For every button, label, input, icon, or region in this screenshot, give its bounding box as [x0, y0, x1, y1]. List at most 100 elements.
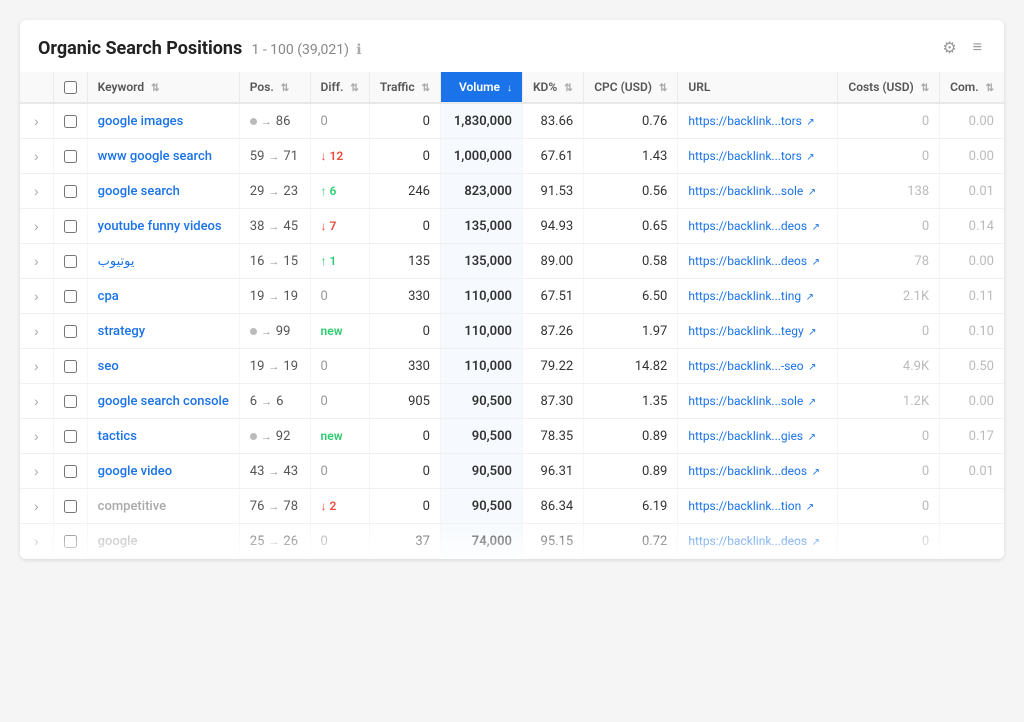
row-checkbox[interactable] [64, 220, 77, 233]
kd-cell: 95.15 [522, 524, 583, 559]
url-link[interactable]: https://backlink...deos ↗ [688, 254, 820, 268]
pos-arrow-icon: → [261, 395, 272, 408]
url-link[interactable]: https://backlink...sole ↗ [688, 184, 816, 198]
diff-cell: 0 [310, 103, 369, 139]
url-cell: https://backlink...tion ↗ [678, 489, 838, 524]
th-costs[interactable]: Costs (USD) ⇅ [838, 72, 940, 103]
url-link[interactable]: https://backlink...deos ↗ [688, 219, 820, 233]
keyword-link[interactable]: youtube funny videos [98, 219, 222, 234]
url-link[interactable]: https://backlink...deos ↗ [688, 464, 820, 478]
url-link[interactable]: https://backlink...tors ↗ [688, 149, 814, 163]
checkbox-cell [53, 384, 87, 419]
url-link[interactable]: https://backlink...deos ↗ [688, 534, 820, 548]
url-link[interactable]: https://backlink...gies ↗ [688, 429, 816, 443]
keyword-link[interactable]: google search [98, 184, 180, 199]
keyword-link[interactable]: google images [98, 114, 184, 129]
keyword-link[interactable]: tactics [98, 429, 137, 444]
table-row: ›google video43→430090,50096.310.89https… [20, 454, 1004, 489]
table-row: ›google search29→23↑ 6246823,00091.530.5… [20, 174, 1004, 209]
com-cell [940, 524, 1004, 559]
table-row: ›cpa19→190330110,00067.516.50https://bac… [20, 279, 1004, 314]
keyword-link[interactable]: seo [98, 359, 119, 374]
th-diff[interactable]: Diff. ⇅ [310, 72, 369, 103]
url-link[interactable]: https://backlink...-seo ↗ [688, 359, 816, 373]
th-com[interactable]: Com. ⇅ [940, 72, 1004, 103]
traffic-cell: 246 [369, 174, 440, 209]
expand-button[interactable]: › [30, 531, 43, 551]
url-link[interactable]: https://backlink...tion ↗ [688, 499, 814, 513]
pos-cell: →92 [239, 419, 310, 454]
url-link[interactable]: https://backlink...tegy ↗ [688, 324, 816, 338]
row-checkbox[interactable] [64, 290, 77, 303]
url-link[interactable]: https://backlink...sole ↗ [688, 394, 816, 408]
keyword-cell: google [87, 524, 239, 559]
th-pos[interactable]: Pos. ⇅ [239, 72, 310, 103]
traffic-cell: 0 [369, 489, 440, 524]
th-check[interactable] [53, 72, 87, 103]
com-sort-icon: ⇅ [986, 83, 994, 94]
expand-button[interactable]: › [30, 321, 43, 341]
checkbox-cell [53, 279, 87, 314]
external-link-icon: ↗ [809, 537, 820, 548]
keyword-link[interactable]: strategy [98, 324, 145, 339]
keyword-link[interactable]: cpa [98, 289, 119, 304]
pos-dot-icon [250, 328, 257, 335]
keyword-cell: youtube funny videos [87, 209, 239, 244]
expand-cell: › [20, 209, 53, 244]
keyword-link[interactable]: يوتيوب [98, 254, 135, 269]
expand-button[interactable]: › [30, 251, 43, 271]
keyword-link[interactable]: competitive [98, 499, 166, 514]
row-checkbox[interactable] [64, 535, 77, 548]
expand-button[interactable]: › [30, 426, 43, 446]
expand-button[interactable]: › [30, 286, 43, 306]
row-checkbox[interactable] [64, 395, 77, 408]
row-checkbox[interactable] [64, 465, 77, 478]
th-cpc[interactable]: CPC (USD) ⇅ [584, 72, 678, 103]
costs-cell: 0 [838, 139, 940, 174]
keyword-cell: tactics [87, 419, 239, 454]
pos-to: 43 [283, 464, 298, 479]
expand-button[interactable]: › [30, 496, 43, 516]
expand-button[interactable]: › [30, 111, 43, 131]
expand-button[interactable]: › [30, 181, 43, 201]
keyword-link[interactable]: google [98, 534, 138, 549]
pos-cell: 6→6 [239, 384, 310, 419]
url-cell: https://backlink...ting ↗ [678, 279, 838, 314]
menu-button[interactable]: ≡ [969, 35, 986, 61]
row-checkbox[interactable] [64, 255, 77, 268]
url-link[interactable]: https://backlink...ting ↗ [688, 289, 814, 303]
keyword-link[interactable]: google search console [98, 394, 229, 409]
row-checkbox[interactable] [64, 325, 77, 338]
th-traffic[interactable]: Traffic ⇅ [369, 72, 440, 103]
expand-button[interactable]: › [30, 356, 43, 376]
expand-button[interactable]: › [30, 146, 43, 166]
row-checkbox[interactable] [64, 185, 77, 198]
keyword-link[interactable]: www google search [98, 149, 212, 164]
row-checkbox[interactable] [64, 115, 77, 128]
url-link[interactable]: https://backlink...tors ↗ [688, 114, 814, 128]
th-kd[interactable]: KD% ⇅ [522, 72, 583, 103]
com-cell: 0.00 [940, 244, 1004, 279]
keyword-link[interactable]: google video [98, 464, 172, 479]
th-volume[interactable]: Volume ↓ [440, 72, 522, 103]
diff-zero: 0 [321, 359, 328, 374]
row-checkbox[interactable] [64, 430, 77, 443]
expand-button[interactable]: › [30, 391, 43, 411]
pos-from: 6 [250, 394, 257, 409]
th-keyword[interactable]: Keyword ⇅ [87, 72, 239, 103]
kd-sort-icon: ⇅ [564, 83, 572, 94]
select-all-checkbox[interactable] [64, 81, 77, 94]
kd-cell: 86.34 [522, 489, 583, 524]
row-checkbox[interactable] [64, 150, 77, 163]
new-badge: new [321, 429, 343, 443]
expand-button[interactable]: › [30, 216, 43, 236]
com-cell [940, 489, 1004, 524]
expand-button[interactable]: › [30, 461, 43, 481]
diff-sort-icon: ⇅ [350, 83, 358, 94]
row-checkbox[interactable] [64, 360, 77, 373]
pos-arrow-icon: → [261, 115, 272, 128]
diff-cell: ↑ 1 [310, 244, 369, 279]
settings-button[interactable]: ⚙ [938, 34, 960, 62]
pos-cell: →86 [239, 103, 310, 139]
row-checkbox[interactable] [64, 500, 77, 513]
